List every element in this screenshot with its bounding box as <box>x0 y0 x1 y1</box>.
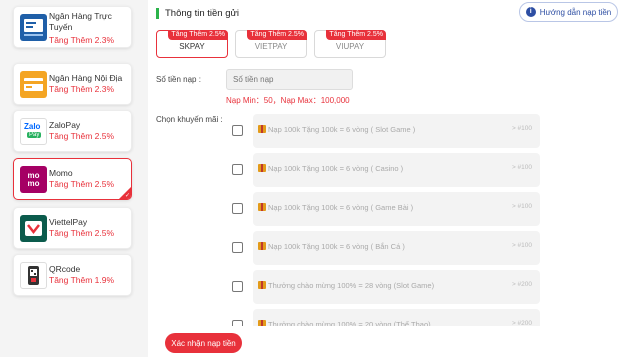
gift-icon <box>258 125 266 133</box>
promotion-text: Nạp 100k Tặng 100k = 6 vòng ( Slot Game … <box>268 125 416 134</box>
method-name: ZaloPay <box>49 120 81 130</box>
method-bonus: Tăng Thêm 2.3% <box>49 35 115 45</box>
promotion-text: Nạp 100k Tặng 100k = 6 vòng ( Game Bài ) <box>268 203 414 212</box>
check-icon: ✓ <box>124 193 130 199</box>
domestic-bank-icon <box>20 71 47 98</box>
channel-name: SKPAY <box>179 42 205 51</box>
promotion-item: Thưởng chào mừng 100% = 28 vòng (Slot Ga… <box>232 270 540 304</box>
promotion-meta: > #200 <box>511 281 532 288</box>
promotion-checkbox[interactable] <box>232 242 243 253</box>
info-icon: i <box>525 7 536 17</box>
method-name: ViettelPay <box>49 217 88 227</box>
deposit-panel: Thông tin tiền gửi i Hướng dẫn nạp tiền … <box>148 0 640 357</box>
promotion-item: Nạp 100k Tặng 100k = 6 vòng ( Game Bài )… <box>232 192 540 226</box>
promotion-card[interactable]: Nạp 100k Tặng 100k = 6 vòng ( Game Bài )… <box>253 192 540 226</box>
channel-bonus-badge: Tăng Thêm 2.5% <box>168 30 228 40</box>
gift-icon <box>258 242 266 250</box>
gift-icon <box>258 203 266 211</box>
promotion-text: Nạp 100k Tặng 100k = 6 vòng ( Bắn Cá ) <box>268 242 405 251</box>
channel-bonus-badge: Tăng Thêm 2.5% <box>326 30 386 40</box>
deposit-guide-button[interactable]: i Hướng dẫn nạp tiền <box>519 2 618 22</box>
method-qrcode[interactable]: QRcode Tăng Thêm 1.9% <box>13 254 132 296</box>
promotion-card[interactable]: Thưởng chào mừng 100% = 28 vòng (Slot Ga… <box>253 270 540 304</box>
zalopay-logo-sub: Pay <box>27 132 42 138</box>
promotion-meta: > #100 <box>511 242 532 249</box>
momo-icon: mo mo <box>20 166 47 193</box>
promotion-meta: > #100 <box>511 125 532 132</box>
page-title: Thông tin tiền gửi <box>165 7 239 19</box>
channel-name: VIUPAY <box>335 42 365 51</box>
promotion-card[interactable]: Nạp 100k Tặng 100k = 6 vòng ( Slot Game … <box>253 114 540 148</box>
method-name: Momo <box>49 168 73 178</box>
channel-skpay[interactable]: Tăng Thêm 2.5% SKPAY <box>156 30 228 58</box>
method-bonus: Tăng Thêm 2.5% <box>49 228 115 238</box>
method-zalopay[interactable]: Zalo Pay ZaloPay Tăng Thêm 2.5% <box>13 110 132 152</box>
payment-method-sidebar: Ngân Hàng Trực Tuyến Tăng Thêm 2.3% Ngân… <box>0 0 148 357</box>
method-name: Ngân Hàng Nội Địa <box>49 73 123 83</box>
promotion-item: Nạp 100k Tặng 100k = 6 vòng ( Casino ) >… <box>232 153 540 187</box>
method-bonus: Tăng Thêm 2.5% <box>49 131 115 141</box>
online-bank-icon <box>20 14 47 41</box>
promotion-text: Nạp 100k Tặng 100k = 6 vòng ( Casino ) <box>268 164 404 173</box>
promotion-checkbox[interactable] <box>232 125 243 136</box>
promotion-meta: > #100 <box>511 164 532 171</box>
amount-input[interactable] <box>226 69 353 90</box>
gift-icon <box>258 281 266 289</box>
method-bonus: Tăng Thêm 2.3% <box>49 84 115 94</box>
promotion-item: Nạp 100k Tặng 100k = 6 vòng ( Bắn Cá ) >… <box>232 231 540 265</box>
channel-viupay[interactable]: Tăng Thêm 2.5% VIUPAY <box>314 30 386 58</box>
method-name: QRcode <box>49 264 81 274</box>
promotion-label: Chọn khuyến mãi : <box>156 115 223 124</box>
promotion-meta: > #100 <box>511 203 532 210</box>
section-title: Thông tin tiền gửi <box>156 7 239 19</box>
amount-label: Số tiền nạp : <box>156 75 201 84</box>
momo-logo-text: mo mo <box>27 171 40 188</box>
guide-label: Hướng dẫn nạp tiền <box>539 7 612 17</box>
promotion-checkbox[interactable] <box>232 281 243 292</box>
method-momo[interactable]: mo mo Momo Tăng Thêm 2.5% ✓ <box>13 158 132 200</box>
qrcode-icon <box>20 262 47 289</box>
promotion-checkbox[interactable] <box>232 164 243 175</box>
method-online-bank[interactable]: Ngân Hàng Trực Tuyến Tăng Thêm 2.3% <box>13 6 132 48</box>
promotion-card[interactable]: Nạp 100k Tặng 100k = 6 vòng ( Bắn Cá ) >… <box>253 231 540 265</box>
zalopay-logo-text: Zalo <box>24 122 41 131</box>
viettelpay-icon <box>20 215 47 242</box>
promotion-card[interactable]: Nạp 100k Tặng 100k = 6 vòng ( Casino ) >… <box>253 153 540 187</box>
title-marker <box>156 7 159 19</box>
promotion-item: Nạp 100k Tặng 100k = 6 vòng ( Slot Game … <box>232 114 540 148</box>
method-bonus: Tăng Thêm 2.5% <box>49 179 115 189</box>
zalopay-icon: Zalo Pay <box>20 118 47 145</box>
promotion-checkbox[interactable] <box>232 203 243 214</box>
amount-limits: Nạp Min：50，Nạp Max：100,000 <box>226 96 350 105</box>
channel-name: VIETPAY <box>254 42 288 51</box>
method-bonus: Tăng Thêm 1.9% <box>49 275 115 285</box>
method-name: Ngân Hàng Trực Tuyến <box>49 11 112 32</box>
method-domestic-bank[interactable]: Ngân Hàng Nội Địa Tăng Thêm 2.3% <box>13 63 132 105</box>
promotion-text: Thưởng chào mừng 100% = 28 vòng (Slot Ga… <box>268 281 435 290</box>
gift-icon <box>258 164 266 172</box>
confirm-deposit-button[interactable]: Xác nhận nạp tiền <box>165 333 242 353</box>
method-viettelpay[interactable]: ViettelPay Tăng Thêm 2.5% <box>13 207 132 249</box>
channel-vietpay[interactable]: Tăng Thêm 2.5% VIETPAY <box>235 30 307 58</box>
channel-bonus-badge: Tăng Thêm 2.5% <box>247 30 307 40</box>
